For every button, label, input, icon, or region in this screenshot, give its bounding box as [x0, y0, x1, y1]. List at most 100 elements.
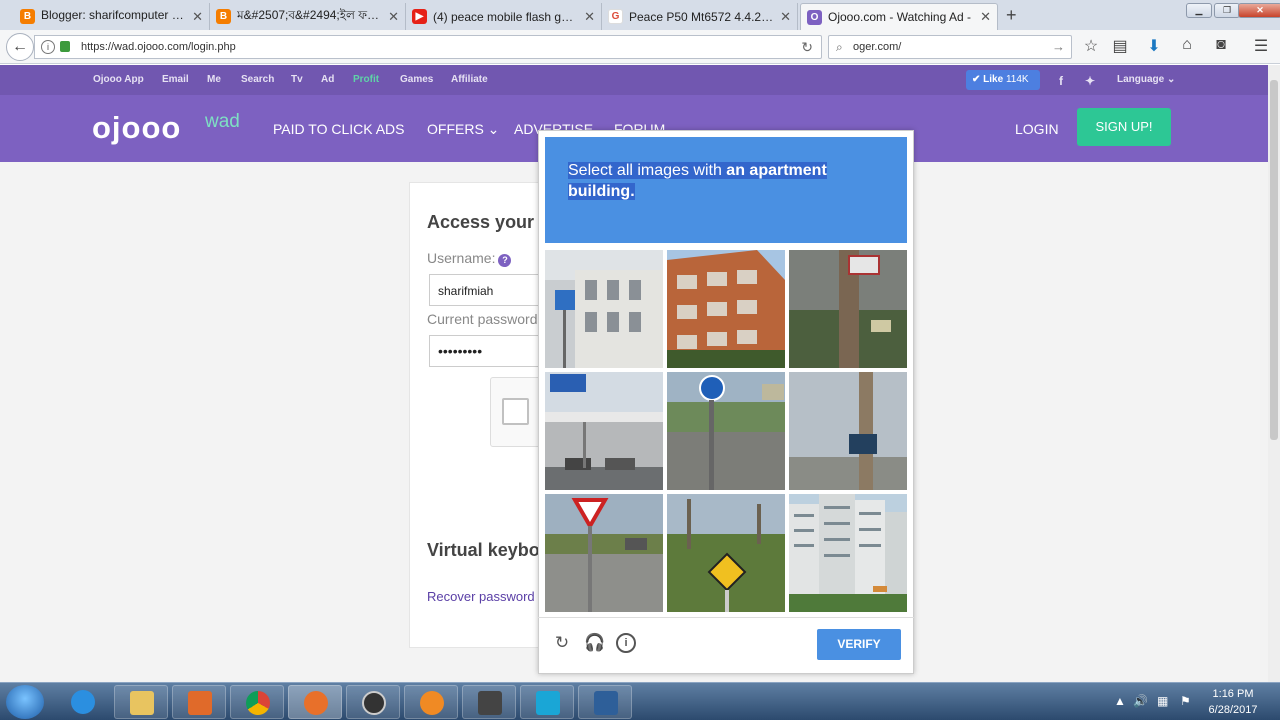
- start-button[interactable]: [6, 685, 44, 719]
- topnav-item[interactable]: Profit: [353, 74, 379, 85]
- taskbar-app[interactable]: [114, 685, 168, 719]
- nav-paid-to-click[interactable]: PAID TO CLICK ADS: [273, 121, 405, 137]
- search-input[interactable]: ⌕ oger.com/ →: [828, 35, 1072, 59]
- go-arrow-icon[interactable]: →: [1052, 39, 1065, 54]
- browser-tab[interactable]: B Blogger: sharifcomputer - পৃষ্ঠা ✕: [14, 3, 210, 30]
- uc-browser-icon: [420, 691, 444, 715]
- site-logo[interactable]: ojooo: [92, 110, 181, 146]
- bookmark-star-icon[interactable]: ☆: [1080, 36, 1102, 56]
- info-icon[interactable]: i: [616, 633, 636, 653]
- captcha-tile[interactable]: [789, 494, 907, 612]
- virtual-keyboard-title: Virtual keybo: [427, 540, 540, 560]
- yield-sign-image: [545, 494, 663, 612]
- new-tab-button[interactable]: +: [1006, 5, 1017, 26]
- menu-icon[interactable]: ☰: [1250, 36, 1272, 56]
- browser-tab-active[interactable]: O Ojooo.com - Watching Ad - ✕: [800, 3, 998, 30]
- file-explorer-icon: [130, 691, 154, 715]
- topnav-item[interactable]: Games: [400, 74, 433, 85]
- tab-title: Ojooo.com - Watching Ad -: [828, 10, 971, 24]
- info-icon[interactable]: i: [41, 40, 55, 54]
- captcha-tile[interactable]: [667, 494, 785, 612]
- language-dropdown[interactable]: Language ⌄: [1117, 74, 1175, 85]
- topnav-item[interactable]: Search: [241, 74, 274, 85]
- twitter-icon[interactable]: ✦: [1085, 74, 1095, 88]
- tab-title: ম&#2507;ব&#2494;ইল ফ&#2509: [237, 7, 382, 22]
- taskbar-app[interactable]: [462, 685, 516, 719]
- topnav-item[interactable]: Ad: [321, 74, 334, 85]
- close-icon[interactable]: ✕: [388, 9, 399, 25]
- close-icon[interactable]: ✕: [980, 9, 991, 25]
- topnav-item[interactable]: Ojooo App: [93, 74, 144, 85]
- captcha-divider: [538, 617, 914, 618]
- pocket-icon[interactable]: ◙: [1210, 36, 1232, 54]
- audio-icon[interactable]: 🎧: [584, 633, 605, 653]
- recaptcha-checkbox[interactable]: [502, 398, 529, 425]
- close-icon[interactable]: ✕: [192, 9, 203, 25]
- firefox-icon: [304, 691, 328, 715]
- search-text[interactable]: oger.com/: [853, 41, 901, 53]
- nav-offers[interactable]: OFFERS ⌄: [427, 121, 499, 138]
- browser-tab[interactable]: B ম&#2507;ব&#2494;ইল ফ&#2509 ✕: [210, 3, 406, 30]
- captcha-tile[interactable]: [667, 372, 785, 490]
- clock-date[interactable]: 6/28/2017: [1202, 704, 1264, 716]
- camtasia-icon: [362, 691, 386, 715]
- captcha-tile[interactable]: [789, 372, 907, 490]
- tray-expand-icon[interactable]: ▲: [1114, 694, 1126, 708]
- home-icon[interactable]: ⌂: [1176, 36, 1198, 54]
- maximize-button[interactable]: ❐: [1214, 3, 1240, 18]
- blogger-icon: B: [216, 9, 231, 24]
- reading-list-icon[interactable]: ▤: [1109, 36, 1131, 56]
- clock-time[interactable]: 1:16 PM: [1202, 688, 1264, 700]
- topnav-item[interactable]: Affiliate: [451, 74, 488, 85]
- taskbar-app[interactable]: [520, 685, 574, 719]
- help-icon[interactable]: ?: [498, 254, 512, 267]
- topnav-item[interactable]: Me: [207, 74, 221, 85]
- google-icon: G: [608, 9, 623, 24]
- taskbar-app[interactable]: [230, 685, 284, 719]
- utility-pole-image: [789, 250, 907, 368]
- site-top-nav: Ojooo App Email Me Search Tv Ad Profit G…: [0, 65, 1268, 95]
- login-link[interactable]: LOGIN: [1015, 121, 1059, 137]
- check-icon: ✔: [972, 74, 981, 85]
- street-sign-pole-image: [789, 372, 907, 490]
- reload-icon[interactable]: ↻: [801, 39, 813, 56]
- captcha-tile[interactable]: [789, 250, 907, 368]
- captcha-tile[interactable]: [545, 372, 663, 490]
- taskbar-app[interactable]: [578, 685, 632, 719]
- apartment-building-image: [667, 250, 785, 368]
- taskbar-app[interactable]: [56, 685, 110, 719]
- facebook-like-button[interactable]: ✔ Like 114K: [966, 70, 1040, 90]
- recover-password-link[interactable]: Recover password: [427, 589, 535, 604]
- taskbar-app[interactable]: [346, 685, 400, 719]
- taskbar-app-active[interactable]: [288, 685, 342, 719]
- captcha-prompt-prefix: Select all images with: [568, 162, 727, 179]
- media-player-icon: [188, 691, 212, 715]
- signup-button[interactable]: SIGN UP!: [1077, 108, 1171, 146]
- network-icon[interactable]: ▦: [1157, 694, 1168, 708]
- captcha-tile[interactable]: [545, 494, 663, 612]
- action-center-icon[interactable]: ⚑: [1180, 694, 1191, 708]
- username-label-text: Username:: [427, 250, 496, 266]
- taskbar-app[interactable]: [404, 685, 458, 719]
- download-icon[interactable]: ⬇: [1143, 36, 1165, 56]
- browser-tab[interactable]: ▶ (4) peace mobile flash gpg d ✕: [406, 3, 602, 30]
- url-bar[interactable]: i https://wad.ojooo.com/login.php ↻: [34, 35, 822, 59]
- captcha-tile[interactable]: [667, 250, 785, 368]
- browser-tab[interactable]: G Peace P50 Mt6572 4.4.2 firmw ✕: [602, 3, 798, 30]
- reload-icon[interactable]: ↻: [552, 633, 572, 653]
- verify-button[interactable]: VERIFY: [817, 629, 901, 660]
- facebook-icon[interactable]: f: [1059, 74, 1063, 88]
- close-icon[interactable]: ✕: [584, 9, 595, 25]
- back-button[interactable]: ←: [6, 33, 34, 61]
- close-icon[interactable]: ✕: [780, 9, 791, 25]
- scrollbar-thumb[interactable]: [1270, 80, 1278, 440]
- taskbar-app[interactable]: [172, 685, 226, 719]
- minimize-button[interactable]: ▁: [1186, 3, 1212, 18]
- window-close-button[interactable]: ✕: [1238, 3, 1280, 18]
- site-logo-sub: wad: [205, 111, 240, 132]
- captcha-tile[interactable]: [545, 250, 663, 368]
- topnav-item[interactable]: Tv: [291, 74, 303, 85]
- url-text[interactable]: https://wad.ojooo.com/login.php: [81, 41, 236, 53]
- volume-icon[interactable]: 🔊: [1133, 694, 1148, 708]
- topnav-item[interactable]: Email: [162, 74, 189, 85]
